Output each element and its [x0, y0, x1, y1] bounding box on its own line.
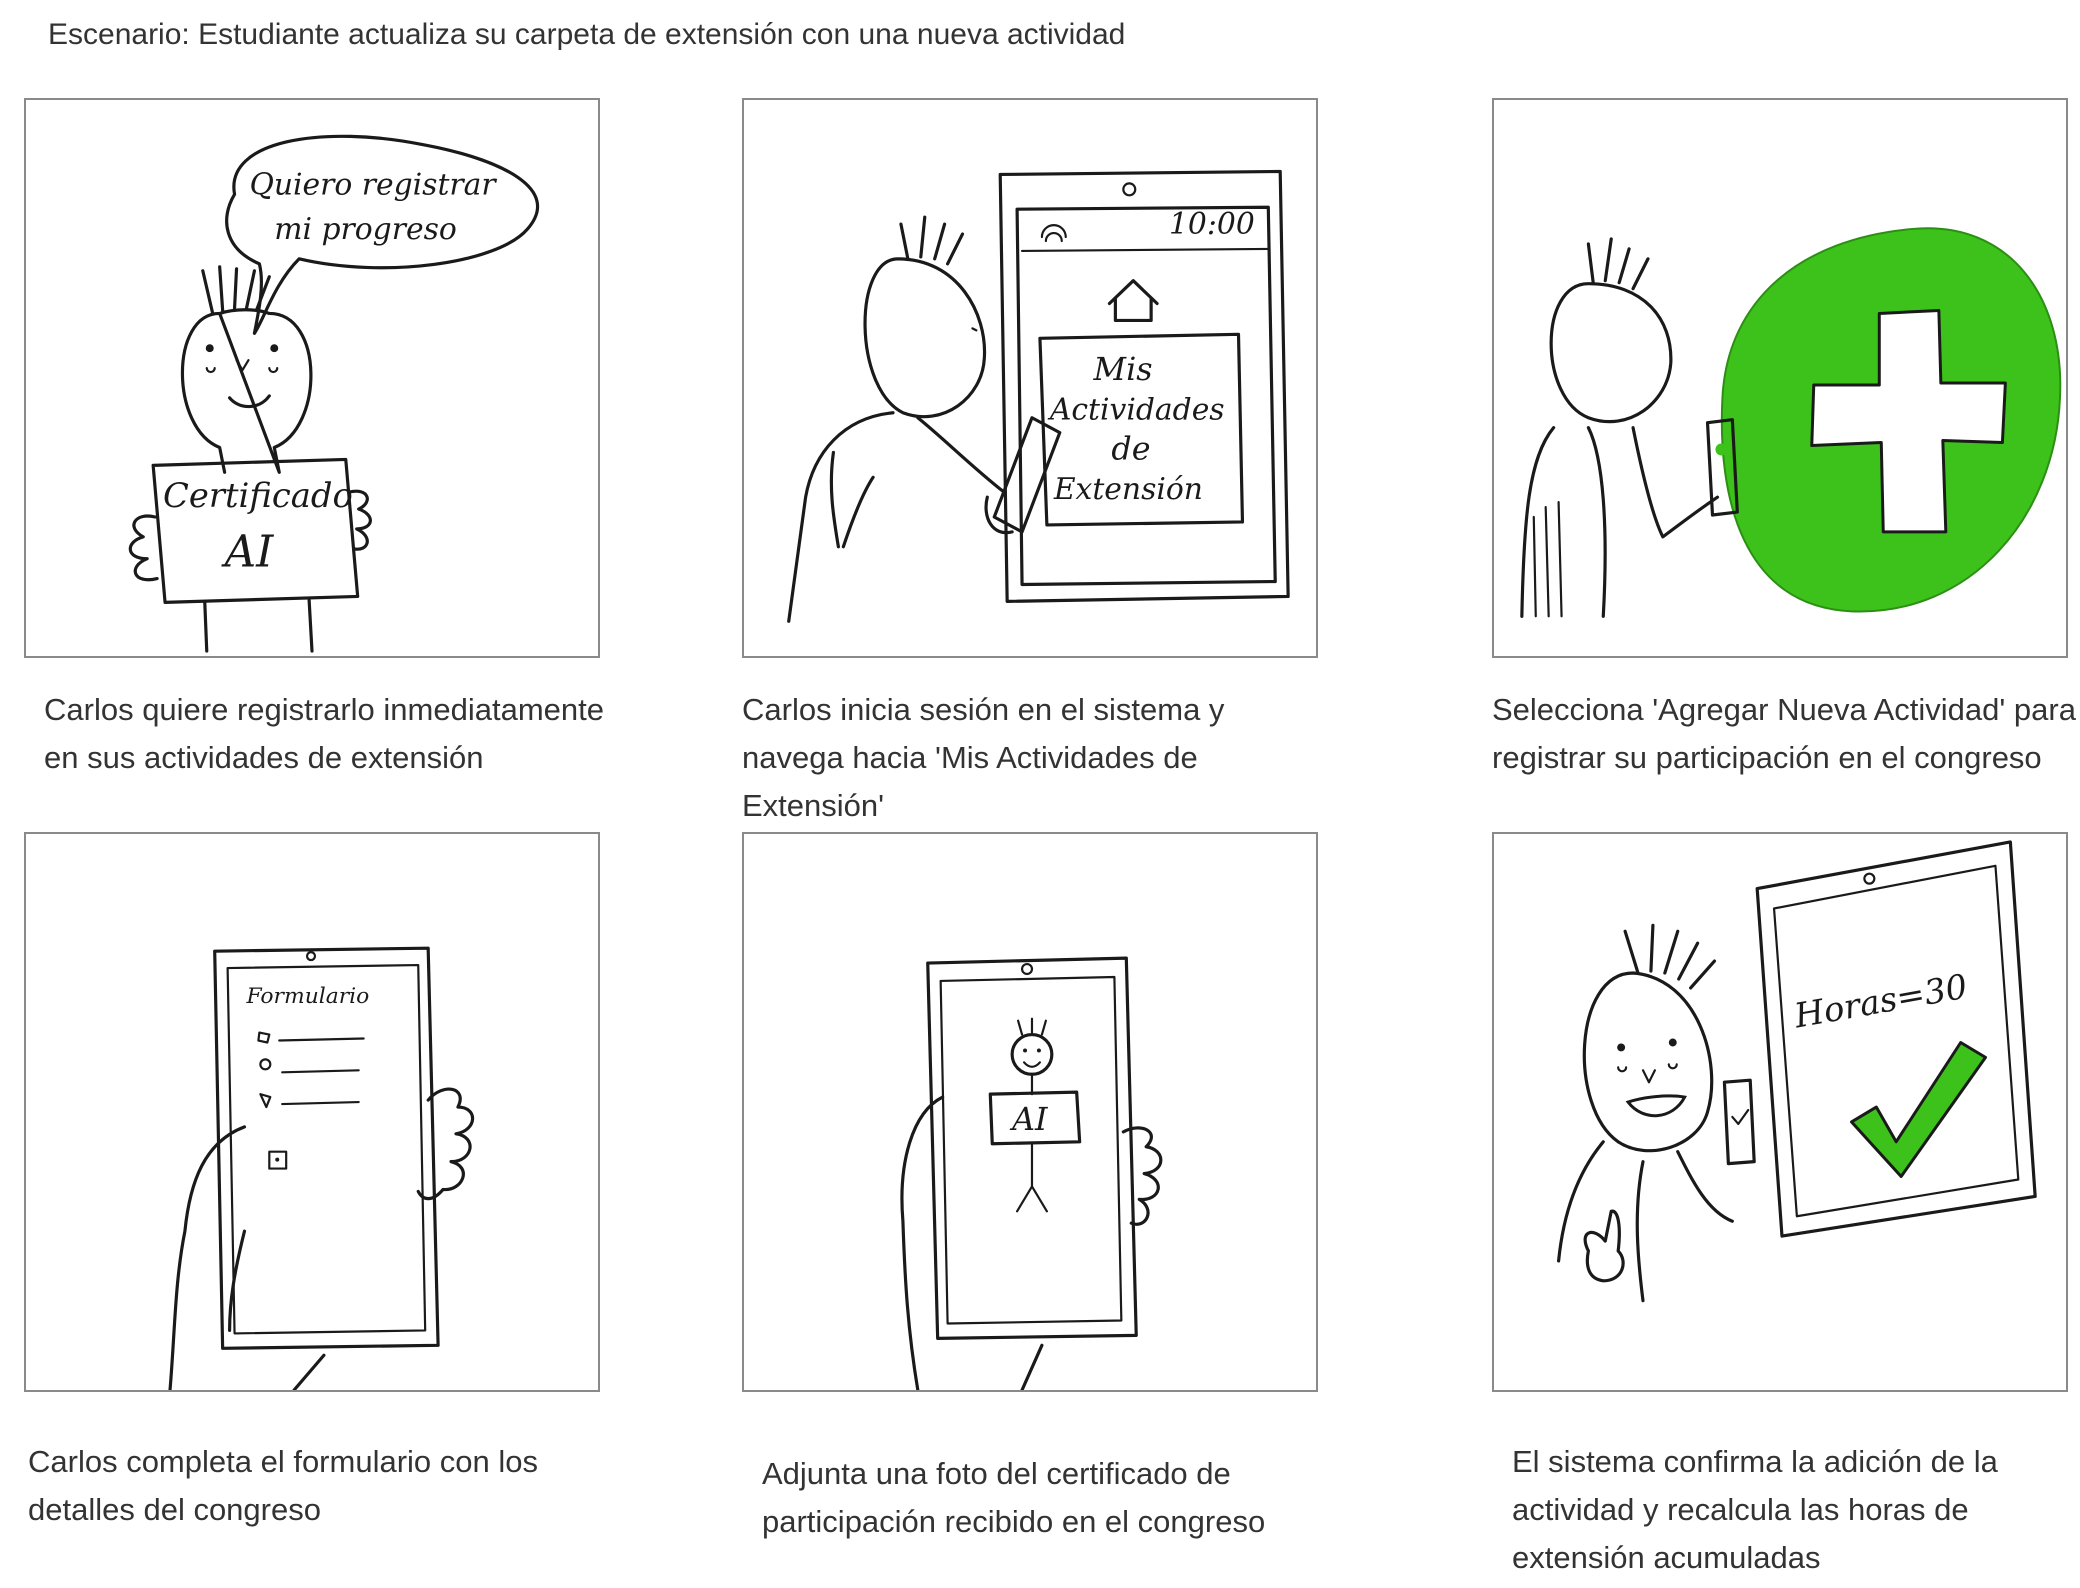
- panel-2-caption: Carlos inicia sesión en el sistema y nav…: [742, 692, 1225, 823]
- left-hand: [128, 514, 159, 582]
- right-hand: [1121, 1126, 1163, 1226]
- carlos-hair: [899, 215, 965, 266]
- carlos-smile: [1625, 1094, 1687, 1118]
- carlos-hair: [201, 265, 271, 316]
- thumbs-up: [1583, 1209, 1625, 1283]
- form-field-2[interactable]: [259, 1058, 360, 1074]
- form-title: Formulario: [245, 984, 369, 1009]
- phone-time: 10:00: [1169, 207, 1255, 242]
- storyboard-panel-4: Formulario: [24, 832, 600, 1392]
- panel-2-drawing: 10:00 Mis Actividades de Extensión: [787, 169, 1290, 623]
- tablet-screen: [226, 963, 427, 1335]
- carlos-head: [1549, 282, 1673, 424]
- panel-5-drawing: AI: [900, 956, 1163, 1390]
- page-title: Escenario: Estudiante actualiza su carpe…: [48, 18, 1126, 51]
- panel-5-caption: Adjunta una foto del certificado de part…: [762, 1456, 1266, 1539]
- storyboard-panel-6: Horas=30: [1492, 832, 2068, 1392]
- screen-text-line-2: Actividades: [1047, 393, 1225, 428]
- carlos-head: [181, 308, 313, 474]
- storyboard-panel-3: [1492, 98, 2068, 658]
- panel-4-drawing: Formulario: [168, 946, 475, 1390]
- screen-text-line-4: Extensión: [1053, 472, 1203, 507]
- carlos-hair: [1586, 237, 1650, 291]
- panel-6-caption: El sistema confirma la adición de la act…: [1512, 1444, 1998, 1575]
- check-icon: [1849, 1041, 1988, 1179]
- speech-text-line-2: mi progreso: [274, 212, 457, 247]
- carlos-hair: [1623, 923, 1717, 990]
- carlos-head: [1582, 971, 1714, 1153]
- carlos-head: [863, 257, 987, 419]
- screen-text-line-3: de: [1111, 431, 1150, 467]
- storyboard-panel-5: AI: [742, 832, 1318, 1392]
- carlos-body: [787, 411, 1006, 623]
- storyboard-panel-2: 10:00 Mis Actividades de Extensión: [742, 98, 1318, 658]
- wifi-icon: [1040, 224, 1067, 243]
- screen-text-line-1: Mis: [1093, 352, 1153, 388]
- hours-label: Horas=30: [1791, 967, 1971, 1036]
- right-hand: [416, 1087, 475, 1201]
- form-field-3[interactable]: [259, 1093, 360, 1109]
- panel-4-caption: Carlos completa el formulario con los de…: [28, 1444, 538, 1527]
- sign-text-line-2: AI: [221, 527, 275, 578]
- panel-6-drawing: Horas=30: [1557, 840, 2037, 1303]
- large-phone: [1755, 840, 2037, 1238]
- speech-text-line-1: Quiero registrar: [249, 167, 497, 202]
- carlos-smile: [228, 394, 271, 409]
- panel-3-caption: Selecciona 'Agregar Nueva Actividad' par…: [1492, 692, 2076, 775]
- home-icon: [1107, 279, 1159, 323]
- panel-3-drawing: [1520, 227, 2062, 618]
- storyboard-panel-1: Quiero registrar mi progreso Certificado…: [24, 98, 600, 658]
- panel-1-caption: Carlos quiere registrarlo inmediatamente…: [44, 692, 604, 775]
- panel-1-drawing: Quiero registrar mi progreso Certificado…: [128, 134, 540, 653]
- form-field-1[interactable]: [257, 1031, 365, 1044]
- photo-sign-text: AI: [1009, 1102, 1049, 1138]
- carlos-body: [1557, 1140, 1734, 1303]
- sign-text-line-1: Certificado: [163, 476, 353, 515]
- photo-head: [1010, 1032, 1054, 1076]
